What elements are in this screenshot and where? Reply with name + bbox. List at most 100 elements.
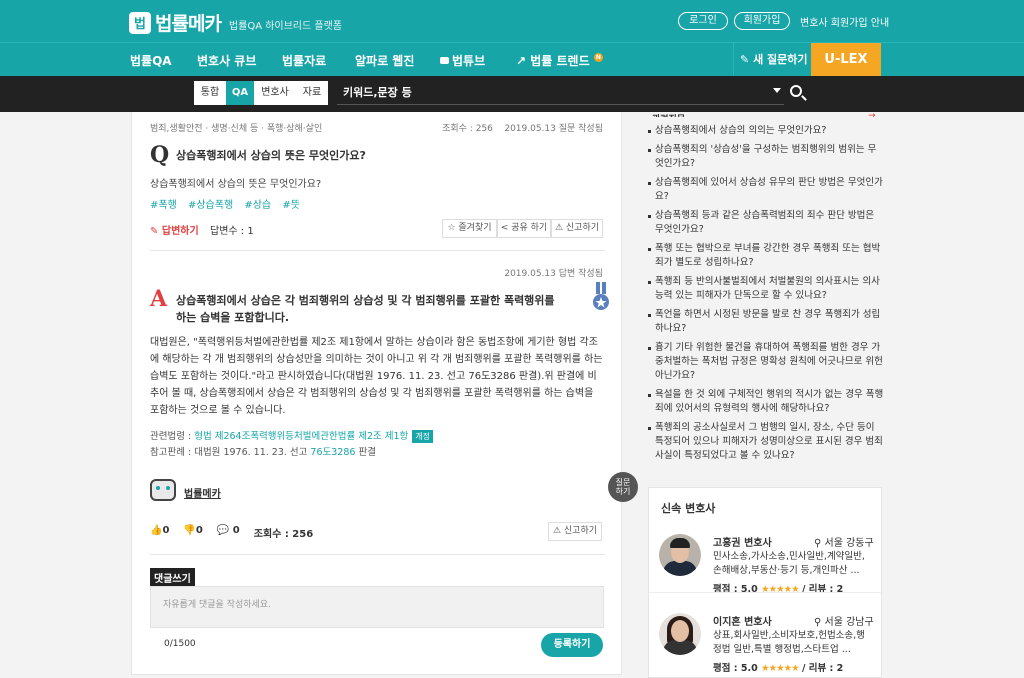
login-button[interactable]: 로그인 [678,12,728,30]
tag[interactable]: #상습폭행 [188,200,233,211]
bookmark-button[interactable]: ☆ 즐겨찾기 [442,219,497,238]
nav-item-lawyer-cube[interactable]: 변호사 큐브 [197,52,256,69]
report-icon: ⚠ [554,223,566,233]
reference-case: 참고판례 : 대법원 1976. 11. 23. 선고 76도3286 판결 [150,444,376,458]
more-arrow-icon[interactable]: → [868,111,882,117]
search-tab-qa[interactable]: QA [226,81,254,105]
related-question-item[interactable]: 폭행죄의 공소사실로서 그 범행의 일시, 장소, 수단 등이 특정되어 있으나… [648,421,884,463]
nav-item-trend-label: 법률 트렌드 [530,54,590,68]
signup-button[interactable]: 회원가입 [734,12,790,30]
answer-report-button[interactable]: ⚠ 신고하기 [548,522,602,541]
related-question-item[interactable]: 흉기 기타 위험한 물건을 휴대하여 폭행죄를 범한 경우 가중처벌하는 폭처법… [648,341,884,383]
lawyer-specialty: 상표,회사일반,소비자보호,헌법소송,행정법 일반,특별 행정법,스타트업 ..… [713,630,865,655]
answer-body: 대법원은, "폭력행위등처벌에관한법률 제2조 제1항에서 말하는 상습이라 함… [150,337,603,416]
pencil-icon: ✎ [740,53,750,66]
question-panel: 범죄,생활안전 · 생명·신체 등 · 폭행·상해·살인 조회수 : 256 2… [131,112,622,675]
quick-lawyers-title: 신속 변호사 [661,502,716,515]
thumbs-up-icon: 👍 [150,525,163,536]
answer-author[interactable]: 법률메카 [184,485,221,500]
site-logo[interactable]: 법 법률메카 법률QA 하이브리드 플랫폼 [129,9,342,36]
question-meta: 조회수 : 256 2019.05.13 질문 작성됨 [442,121,603,134]
search-tab-all[interactable]: 통합 [194,81,226,105]
question-date: 2019.05.13 질문 작성됨 [504,124,603,134]
trend-icon: ↗ [516,54,527,68]
lawyer-name: 이지혼 변호사 [713,617,772,628]
related-law: 관련법령 : 형법 제264조폭력행위등처벌에관한법률 제2조 제1항 개정 [150,428,434,443]
tag[interactable]: #상습 [244,200,271,211]
write-answer-button[interactable]: ✎ 답변하기 [150,222,199,237]
nav-item-materials[interactable]: 법률자료 [282,52,326,69]
submit-comment-button[interactable]: 등록하기 [541,633,603,657]
logo-subtitle: 법률QA 하이브리드 플랫폼 [228,21,342,32]
search-tab-lawyer[interactable]: 변호사 [254,81,296,105]
answer-count: 답변수 : 1 [210,226,254,237]
related-question-item[interactable]: 욕설을 한 것 외에 구체적인 행위의 적시가 없는 경우 폭행죄에 있어서의 … [648,388,884,416]
reference-case-link[interactable]: 76도3286 [310,447,355,458]
fab-line-2: 하기 [615,487,631,496]
search-icon[interactable] [790,85,802,97]
comment-stat: 💬 0 [217,525,240,540]
like-button[interactable]: 👍0 [150,525,169,540]
fab-line-1: 질문 [615,478,631,487]
related-question-item[interactable]: 폭행 또는 협박으로 부녀를 강간한 경우 폭행죄 또는 협박죄가 별도로 성립… [648,242,884,270]
nav-item-webzine[interactable]: 알파로 웹진 [355,52,414,69]
tag[interactable]: #폭행 [150,200,177,211]
breadcrumb[interactable]: 범죄,생활안전 · 생명·신체 등 · 폭행·상해·살인 [150,121,322,134]
new-question-label: 새 질문하기 [753,53,808,66]
search-tab-materials[interactable]: 자료 [296,81,328,105]
comment-textarea[interactable]: 자유롭게 댓글을 작성하세요. [150,586,604,628]
chevron-down-icon[interactable] [773,88,781,93]
related-question-item[interactable]: 폭행죄 등 반의사불벌죄에서 처벌불원의 의사표시는 의사능력 있는 피해자가 … [648,275,884,303]
nav-item-trend[interactable]: ↗ 법률 트렌드 N [516,52,603,69]
avatar [659,534,701,576]
related-question-item[interactable]: 상습폭행죄에서 상습의 의의는 무엇인가요? [648,124,884,138]
question-views: 조회수 : 256 [442,124,493,134]
comment-count: 0 [232,525,240,536]
answer-report-label: 신고하기 [563,526,598,536]
search-bar: 통합 QA 변호사 자료 키워드,문장 등 [0,76,1024,112]
answer-title: 상습폭행죄에서 상습은 각 범죄행위의 상습성 및 각 범죄행위를 포괄한 폭력… [176,294,555,324]
youtube-icon [440,57,449,64]
search-input[interactable]: 키워드,문장 등 [337,81,784,105]
divider [150,250,605,251]
top-bar: 법 법률메카 법률QA 하이브리드 플랫폼 로그인 회원가입 변호사 회원가입 … [0,0,1024,42]
comment-icon: 💬 [216,525,230,536]
location-pin-icon: ⚲ [814,538,825,549]
share-icon: < [500,223,512,233]
comment-label: 댓글쓰기 [150,568,195,587]
lawyer-name: 고흥권 변호사 [713,538,772,549]
report-button[interactable]: ⚠ 신고하기 [551,219,603,238]
related-questions-list: 상습폭행죄에서 상습의 의의는 무엇인가요? 상습폭행죄의 '상습성'을 구성하… [648,124,884,468]
dislike-button[interactable]: 👎0 [183,525,202,540]
location-pin-icon: ⚲ [814,617,825,628]
rating-stars: ★★★★★ [761,584,800,595]
ulex-button[interactable]: U-LEX [811,43,881,76]
rating-stars: ★★★★★ [761,663,800,674]
comment-char-count: 0/1500 [164,639,196,649]
related-question-item[interactable]: 상습폭행죄에 있어서 상습성 유무의 판단 방법은 무엇인가요? [648,176,884,204]
question-body: 상습폭행죄에서 상습의 뜻은 무엇인가요? [150,179,322,190]
reference-case-label: 참고판례 : 대법원 1976. 11. 23. 선고 [150,447,311,458]
lawyer-location-label: 서울 강남구 [824,617,874,628]
quick-lawyers-panel: 신속 변호사 고흥권 변호사 ⚲ 서울 강동구 민사소송,가사소송,민사일반,계… [648,487,883,678]
share-button[interactable]: < 공유 하기 [497,219,551,238]
lawyer-specialty: 민사소송,가사소송,민사일반,계약일반,손해배상,부동산·등기 등,개인파산 .… [713,551,865,576]
dislike-count: 0 [195,525,203,536]
nav-item-qa[interactable]: 법률QA [130,52,172,69]
avatar [659,613,701,655]
medal-icon [593,282,609,310]
star-icon: ☆ [447,223,459,233]
reference-case-suffix: 판결 [355,447,376,458]
tag[interactable]: #뜻 [282,200,300,211]
ask-question-fab[interactable]: 질문 하기 [608,472,638,502]
answer-mark: A [150,286,168,312]
related-question-item[interactable]: 상습폭행죄 등과 같은 상습폭력범죄의 죄수 판단 방법은 무엇인가요? [648,209,884,237]
lawyer-signup-link[interactable]: 변호사 회원가입 안내 [800,14,889,29]
related-law-link[interactable]: 형법 제264조폭력행위등처벌에관한법률 제2조 제1항 [194,431,408,442]
related-question-item[interactable]: 폭언을 하면서 시정된 방문을 발로 찬 경우 폭행죄가 성립하나요? [648,308,884,336]
nav-item-lawtube[interactable]: 법튜브 [440,52,485,69]
related-question-item[interactable]: 상습폭행죄의 '상습성'을 구성하는 범죄행위의 범위는 무엇인가요? [648,143,884,171]
related-law-label: 관련법령 : [150,431,195,442]
new-question-button[interactable]: ✎ 새 질문하기 [733,43,811,76]
thumbs-down-icon: 👎 [183,525,196,536]
